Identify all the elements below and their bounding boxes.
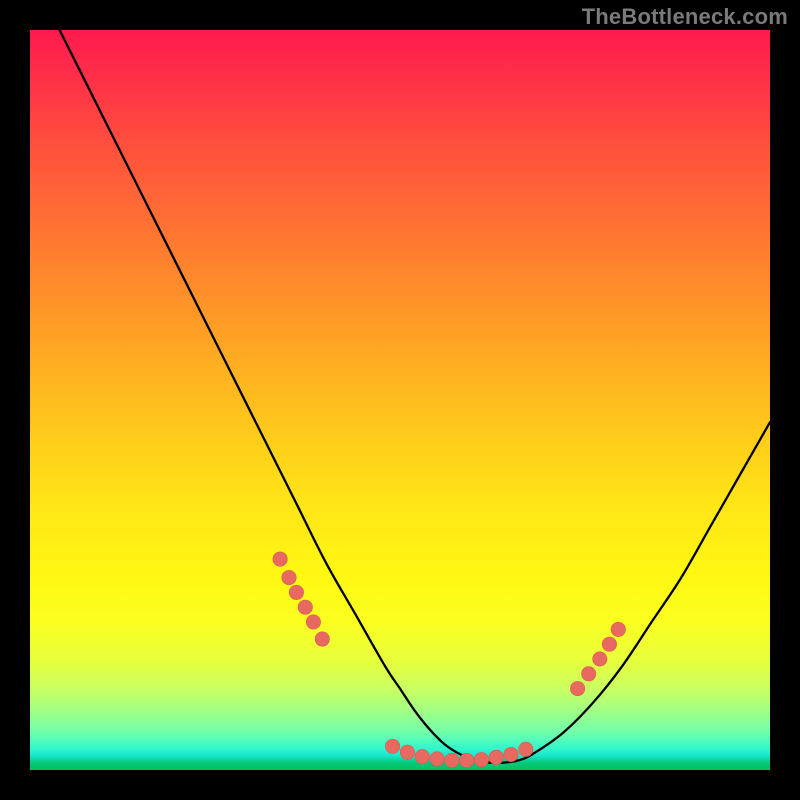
marker-dot (489, 750, 503, 764)
marker-dot (519, 742, 533, 756)
marker-dot (273, 552, 287, 566)
marker-dot (504, 747, 518, 761)
marker-group (273, 552, 626, 768)
marker-dot (445, 753, 459, 767)
chart-frame: TheBottleneck.com (0, 0, 800, 800)
marker-dot (430, 752, 444, 766)
marker-dot (570, 681, 584, 695)
chart-svg (30, 30, 770, 770)
marker-dot (298, 600, 312, 614)
watermark-text: TheBottleneck.com (582, 4, 788, 30)
marker-dot (415, 749, 429, 763)
marker-dot (593, 652, 607, 666)
marker-dot (400, 745, 414, 759)
marker-dot (459, 753, 473, 767)
marker-dot (474, 752, 488, 766)
marker-dot (315, 632, 329, 646)
marker-dot (611, 622, 625, 636)
marker-dot (385, 739, 399, 753)
marker-dot (582, 667, 596, 681)
marker-dot (282, 570, 296, 584)
plot-area (30, 30, 770, 770)
bottleneck-curve (60, 30, 770, 763)
marker-dot (306, 615, 320, 629)
marker-dot (289, 585, 303, 599)
marker-dot (602, 637, 616, 651)
